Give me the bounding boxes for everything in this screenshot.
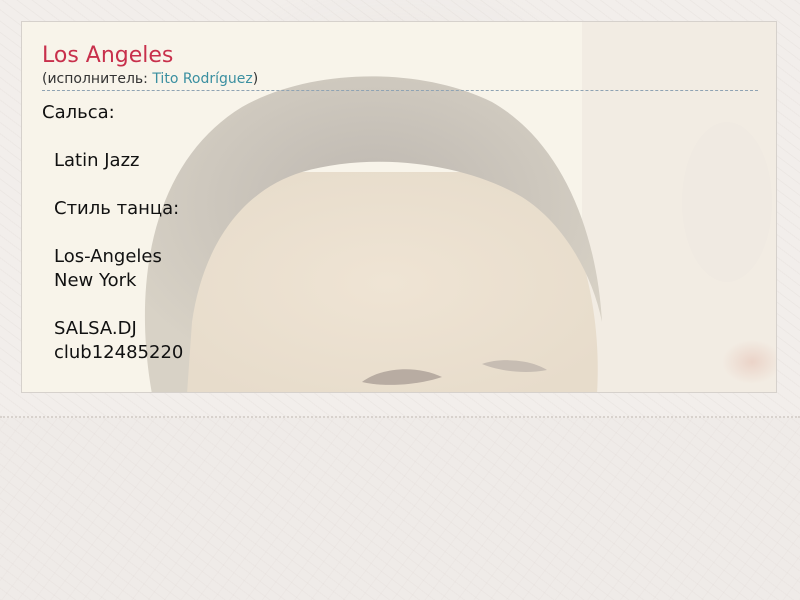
song-card: Los Angeles (исполнитель: Tito Rodríguez… bbox=[21, 21, 777, 393]
byline-suffix: ) bbox=[252, 71, 259, 87]
style-item: New York bbox=[54, 270, 137, 291]
byline-prefix: (исполнитель: bbox=[42, 71, 153, 87]
card-content: Los Angeles (исполнитель: Tito Rodríguez… bbox=[42, 22, 758, 365]
salsa-label: Сальса: bbox=[42, 102, 115, 123]
dj-name: SALSA.DJ bbox=[54, 318, 137, 339]
artist-byline: (исполнитель: Tito Rodríguez) bbox=[42, 70, 758, 91]
description: Сальса: Latin Jazz Стиль танца: Los-Ange… bbox=[42, 101, 758, 365]
genre-text: Latin Jazz bbox=[54, 150, 140, 171]
dance-style-label: Стиль танца: bbox=[54, 198, 180, 219]
page: Los Angeles (исполнитель: Tito Rodríguez… bbox=[0, 0, 800, 600]
club-id: club12485220 bbox=[54, 342, 184, 363]
song-title[interactable]: Los Angeles bbox=[42, 42, 758, 70]
artist-link[interactable]: Tito Rodríguez bbox=[152, 71, 252, 87]
style-item: Los-Angeles bbox=[54, 246, 162, 267]
